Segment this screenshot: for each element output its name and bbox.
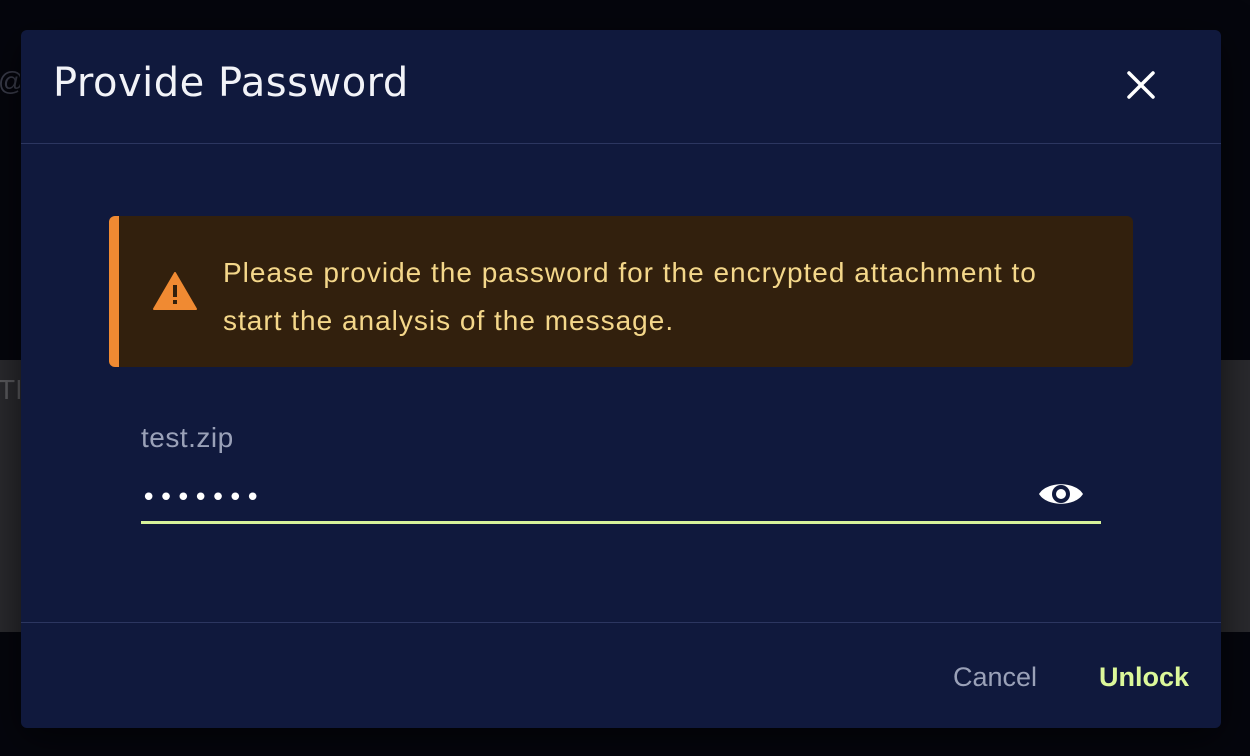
warning-triangle-icon: [152, 270, 198, 312]
password-field-label: test.zip: [141, 422, 234, 453]
unlock-button[interactable]: Unlock: [1087, 653, 1201, 701]
close-button[interactable]: [1121, 65, 1161, 105]
alert-message: Please provide the password for the encr…: [223, 257, 1037, 336]
dialog-footer: Cancel Unlock: [21, 622, 1221, 728]
password-dialog: Provide Password Please provide the pass…: [21, 30, 1221, 728]
background-panel-text-fragment: TI: [0, 374, 20, 405]
warning-alert: Please provide the password for the encr…: [109, 216, 1133, 367]
alert-accent-bar: [109, 216, 119, 367]
password-input[interactable]: [141, 474, 1021, 522]
input-underline: [141, 521, 1101, 524]
dialog-title: Provide Password: [53, 60, 409, 106]
close-icon: [1121, 65, 1161, 105]
dialog-header: Provide Password: [21, 30, 1221, 144]
toggle-password-visibility-button[interactable]: [1037, 474, 1085, 514]
eye-icon: [1037, 484, 1085, 517]
background-text-fragment: @t: [0, 66, 20, 97]
cancel-button[interactable]: Cancel: [941, 653, 1049, 701]
